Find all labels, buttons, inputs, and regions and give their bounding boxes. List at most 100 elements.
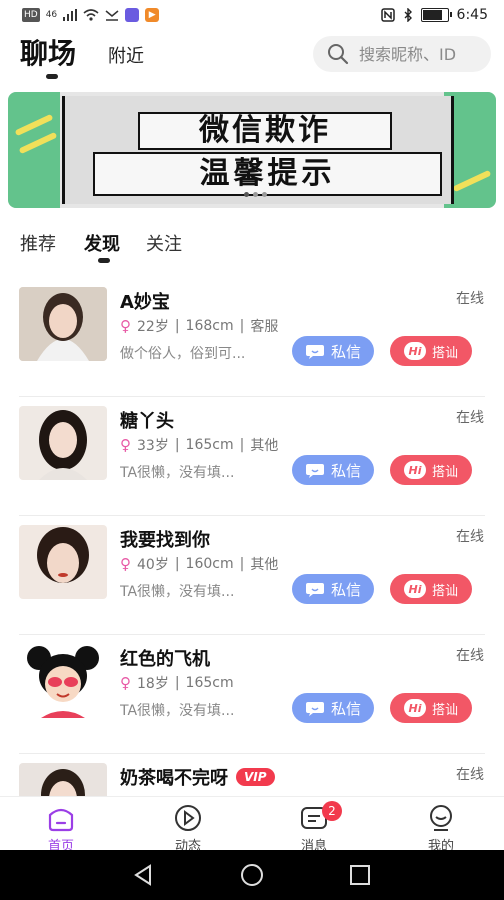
user-name-text: 我要找到你 — [120, 530, 210, 551]
avatar[interactable] — [19, 525, 107, 599]
list-item[interactable]: 红色的飞机 在线 ♀ 18岁 | 165cm TA很懒，没有填... 私信 Hi… — [0, 635, 504, 754]
app-icon — [125, 8, 140, 22]
tab-recommend[interactable]: 推荐 — [20, 230, 56, 256]
user-name[interactable]: 糖丫头 — [120, 407, 174, 433]
online-status: 在线 — [456, 291, 484, 307]
greet-label: 搭讪 — [431, 464, 458, 480]
system-nav-bar — [0, 850, 504, 900]
active-subtab-indicator — [98, 258, 110, 263]
chat-bubble-icon — [305, 702, 324, 716]
user-age: 18岁 — [137, 676, 169, 692]
user-bio: TA很懒，没有填... — [120, 465, 235, 481]
user-bio: TA很懒，没有填... — [120, 703, 235, 719]
user-name[interactable]: 我要找到你 — [120, 526, 210, 552]
nav-home[interactable]: 首页 — [21, 801, 101, 854]
nfc-icon — [380, 8, 395, 22]
user-name-text: 糖丫头 — [120, 411, 174, 432]
nav-moments[interactable]: 动态 — [148, 801, 228, 854]
meta-separator: | — [174, 437, 180, 453]
hd-label: HD — [22, 8, 40, 22]
private-message-label: 私信 — [330, 699, 361, 718]
user-height: 160cm — [185, 556, 234, 572]
female-icon: ♀ — [120, 555, 131, 573]
chat-bubble-icon — [305, 345, 324, 359]
user-height: 165cm — [185, 675, 234, 691]
signal-icon — [63, 9, 78, 21]
list-item[interactable]: 糖丫头 在线 ♀ 33岁 | 165cm | 其他 TA很懒，没有填... 私信… — [0, 397, 504, 516]
online-status: 在线 — [456, 529, 484, 545]
private-message-button[interactable]: 私信 — [292, 693, 374, 723]
banner-line-1: 微信欺诈 — [138, 112, 392, 150]
banner-dot[interactable] — [244, 192, 249, 197]
avatar[interactable] — [19, 287, 107, 361]
greet-label: 搭讪 — [431, 345, 458, 361]
greet-label: 搭讪 — [431, 702, 458, 718]
home-button-icon[interactable] — [240, 863, 264, 887]
private-message-button[interactable]: 私信 — [292, 336, 374, 366]
hi-icon: Hi — [403, 461, 426, 479]
greet-button[interactable]: Hi 搭讪 — [390, 336, 472, 366]
unread-badge: 2 — [322, 801, 342, 821]
avatar-photo — [19, 287, 107, 361]
online-status: 在线 — [456, 767, 484, 783]
battery-icon — [420, 8, 452, 22]
tab-follow[interactable]: 关注 — [146, 230, 182, 256]
meta-separator: | — [239, 556, 245, 572]
banner-dot[interactable] — [253, 192, 258, 197]
chat-bubble-icon — [305, 583, 324, 597]
user-age: 33岁 — [137, 438, 169, 454]
nav-profile[interactable]: 我的 — [401, 801, 481, 854]
user-name[interactable]: 红色的飞机 — [120, 645, 210, 671]
play-icon: ▶ — [145, 8, 160, 22]
user-age: 40岁 — [137, 557, 169, 573]
meta-separator: | — [174, 675, 180, 691]
banner-line-2: 温馨提示 — [93, 152, 442, 196]
private-message-label: 私信 — [330, 580, 361, 599]
greet-button[interactable]: Hi 搭讪 — [390, 574, 472, 604]
avatar-photo — [19, 406, 107, 480]
avatar[interactable] — [19, 644, 107, 718]
avatar[interactable] — [19, 406, 107, 480]
list-item[interactable]: 我要找到你 在线 ♀ 40岁 | 160cm | 其他 TA很懒，没有填... … — [0, 516, 504, 635]
meta-separator: | — [174, 318, 180, 334]
meta-separator: | — [239, 318, 245, 334]
avatar-photo — [19, 525, 107, 599]
status-bar: HD 46 ▶ 6:45 — [0, 0, 504, 32]
greet-button[interactable]: Hi 搭讪 — [390, 455, 472, 485]
active-tab-indicator — [46, 74, 58, 79]
private-message-button[interactable]: 私信 — [292, 574, 374, 604]
profile-icon — [430, 805, 452, 831]
sub-tabs: 推荐 发现 关注 — [0, 228, 504, 268]
tab-nearby[interactable]: 附近 — [108, 42, 144, 68]
private-message-button[interactable]: 私信 — [292, 455, 374, 485]
online-status: 在线 — [456, 648, 484, 664]
search-box[interactable] — [313, 36, 491, 72]
status-right: 6:45 — [380, 7, 488, 23]
search-input[interactable] — [357, 43, 481, 65]
user-name-text: 奶茶喝不完呀 — [120, 768, 228, 789]
bottom-nav: 首页 动态 2 消息 我的 — [0, 796, 504, 854]
network-label: 46 — [45, 10, 58, 20]
user-job: 客服 — [250, 319, 279, 335]
user-name-text: A妙宝 — [120, 292, 170, 313]
tab-chat-square[interactable]: 聊场 — [20, 32, 76, 72]
banner-dot[interactable] — [262, 192, 267, 197]
list-item[interactable]: A妙宝 在线 ♀ 22岁 | 168cm | 客服 做个俗人，俗到可... 私信… — [0, 278, 504, 397]
home-icon — [48, 808, 74, 832]
top-header: 聊场 附近 — [0, 32, 504, 88]
female-icon: ♀ — [120, 674, 131, 692]
back-icon[interactable] — [132, 863, 156, 887]
user-name[interactable]: A妙宝 — [120, 288, 170, 314]
nav-messages[interactable]: 2 消息 — [274, 801, 354, 854]
recents-icon[interactable] — [348, 863, 372, 887]
search-icon — [328, 44, 349, 65]
tab-discover[interactable]: 发现 — [84, 230, 120, 256]
user-meta: ♀ 40岁 | 160cm | 其他 — [120, 554, 278, 574]
banner-carousel[interactable]: 微信欺诈 温馨提示 — [8, 92, 496, 208]
greet-button[interactable]: Hi 搭讪 — [390, 693, 472, 723]
user-bio: 做个俗人，俗到可... — [120, 346, 246, 362]
user-name[interactable]: 奶茶喝不完呀 VIP — [120, 764, 275, 790]
hi-icon: Hi — [403, 699, 426, 717]
user-meta: ♀ 22岁 | 168cm | 客服 — [120, 316, 278, 336]
female-icon: ♀ — [120, 436, 131, 454]
